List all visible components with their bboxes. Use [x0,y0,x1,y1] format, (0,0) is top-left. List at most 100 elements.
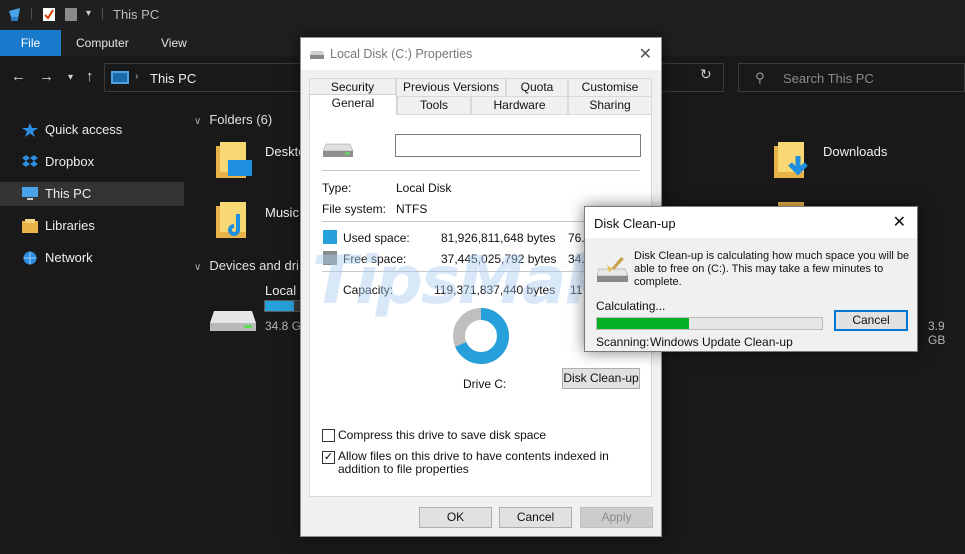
recent-locations-chevron-icon[interactable]: ▾ [68,72,73,83]
network-icon [23,251,37,265]
refresh-icon[interactable]: ↻ [700,66,712,83]
local-disk-drive-icon[interactable] [210,303,256,331]
tab-general[interactable]: General [309,94,397,115]
type-value: Local Disk [396,181,452,195]
sidebar-item-libraries[interactable]: Libraries [0,214,184,238]
folders-group-header[interactable]: ∨ Folders (6) [194,112,272,127]
computer-icon [22,187,38,200]
disk-usage-donut [453,308,509,364]
sidebar-label: Quick access [45,122,123,137]
properties-quick-icon[interactable] [42,7,56,22]
drive-name[interactable]: Local [265,283,296,298]
compress-checkbox[interactable] [322,429,335,442]
properties-title: Local Disk (C:) Properties [330,47,473,61]
index-checkbox[interactable]: ✓ [322,451,335,464]
scanning-value: Windows Update Clean-up [650,335,793,349]
scanning-label: Scanning: [596,335,650,349]
sidebar-item-quick-access[interactable]: Quick access [0,118,184,142]
up-arrow-icon[interactable]: ↑ [86,68,94,85]
address-path: This PC [150,71,197,86]
capacity-label: Capacity: [343,283,394,297]
tab-customise[interactable]: Customise [568,78,652,96]
tab-file[interactable]: File [0,30,61,56]
forward-arrow-icon[interactable]: → [39,68,54,85]
tab-previous-versions[interactable]: Previous Versions [396,78,506,96]
file-system-value: NTFS [396,202,428,216]
folder-name-downloads[interactable]: Downloads [823,144,887,159]
desktop-folder-icon[interactable] [216,142,252,178]
drive-letter-label: Drive C: [463,377,507,391]
drive-free-space: 34.8 G [265,319,302,333]
used-space-swatch [323,230,337,244]
tab-computer[interactable]: Computer [76,30,129,56]
sidebar-item-dropbox[interactable]: Dropbox [0,150,184,174]
sidebar-item-this-pc[interactable]: This PC [0,182,184,206]
new-folder-quick-icon[interactable] [64,7,78,22]
navigation-pane: Quick access Dropbox This PC Libraries N… [0,98,184,554]
search-icon: ⚲ [755,70,765,85]
disk-cleanup-button[interactable]: Disk Clean-up [562,368,640,389]
cleanup-progress-bar [596,317,823,330]
title-separator: | [30,6,34,20]
close-icon[interactable]: ✕ [893,212,906,232]
sidebar-label: Libraries [45,218,95,233]
file-system-label: File system: [322,202,387,216]
capacity-bytes: 119,371,837,440 bytes [434,283,556,297]
back-arrow-icon[interactable]: ← [11,68,26,85]
separator [322,170,640,171]
collapse-chevron-icon: ∨ [194,116,202,127]
tab-quota[interactable]: Quota [506,78,568,96]
sidebar-label: Network [45,250,93,265]
disk-cleanup-icon [597,257,629,282]
sidebar-label: Dropbox [45,154,95,169]
free-space-label: Free space: [343,252,407,266]
tab-sharing[interactable]: Sharing [568,96,652,114]
capacity-size: 11 [570,283,583,297]
cleanup-cancel-button[interactable]: Cancel [834,310,908,331]
disk-cleanup-dialog: Disk Clean-up ✕ Disk Clean-up is calcula… [584,206,918,352]
title-separator-2: | [101,6,105,20]
close-icon[interactable]: ✕ [639,44,652,64]
tab-hardware[interactable]: Hardware [471,96,568,114]
index-label: Allow files on this drive to have conten… [338,449,609,476]
drive-large-icon [323,143,353,157]
ok-button[interactable]: OK [419,507,492,528]
drive-label-input[interactable] [395,134,641,157]
cancel-button[interactable]: Cancel [499,507,572,528]
sidebar-label: This PC [45,186,92,201]
tab-tools[interactable]: Tools [397,96,471,114]
properties-title-bar: Local Disk (C:) Properties ✕ [301,38,661,70]
explorer-title-bar: | ▾ | This PC [0,0,965,30]
tab-view[interactable]: View [161,30,187,56]
this-pc-icon [111,71,129,84]
calculating-label: Calculating... [596,299,666,313]
search-box[interactable]: ⚲ Search This PC [738,63,965,92]
customize-quick-access-icon[interactable]: ▾ [86,8,91,19]
collapse-chevron-icon: ∨ [194,262,202,273]
used-space-bytes: 81,926,811,648 bytes [441,231,556,245]
free-space-swatch [323,251,337,265]
used-space-label: Used space: [343,231,410,245]
explorer-app-icon [9,8,20,21]
search-placeholder: Search This PC [783,71,874,86]
drive-usage-fill [265,301,294,311]
drive-title-icon [310,51,324,59]
sidebar-item-network[interactable]: Network [0,246,184,270]
music-folder-icon[interactable] [216,202,252,238]
free-space-bytes: 37,445,025,792 bytes [441,252,557,266]
downloads-folder-icon[interactable] [774,142,810,178]
compress-label: Compress this drive to save disk space [338,428,547,442]
cleanup-title-bar: Disk Clean-up ✕ [585,207,917,238]
drive-free-space-right: 3.9 GB [928,319,946,347]
type-label: Type: [322,181,352,195]
window-title: This PC [113,7,160,22]
cleanup-progress-fill [597,318,690,329]
apply-button[interactable]: Apply [580,507,653,528]
address-chevron-icon[interactable]: › [135,71,138,82]
libraries-icon [22,219,38,233]
dropbox-icon [22,155,38,167]
cleanup-message: Disk Clean-up is calculating how much sp… [634,250,910,288]
star-icon [22,123,38,137]
devices-group-header[interactable]: ∨ Devices and dri [194,258,299,273]
folder-name-music[interactable]: Music [265,205,299,220]
